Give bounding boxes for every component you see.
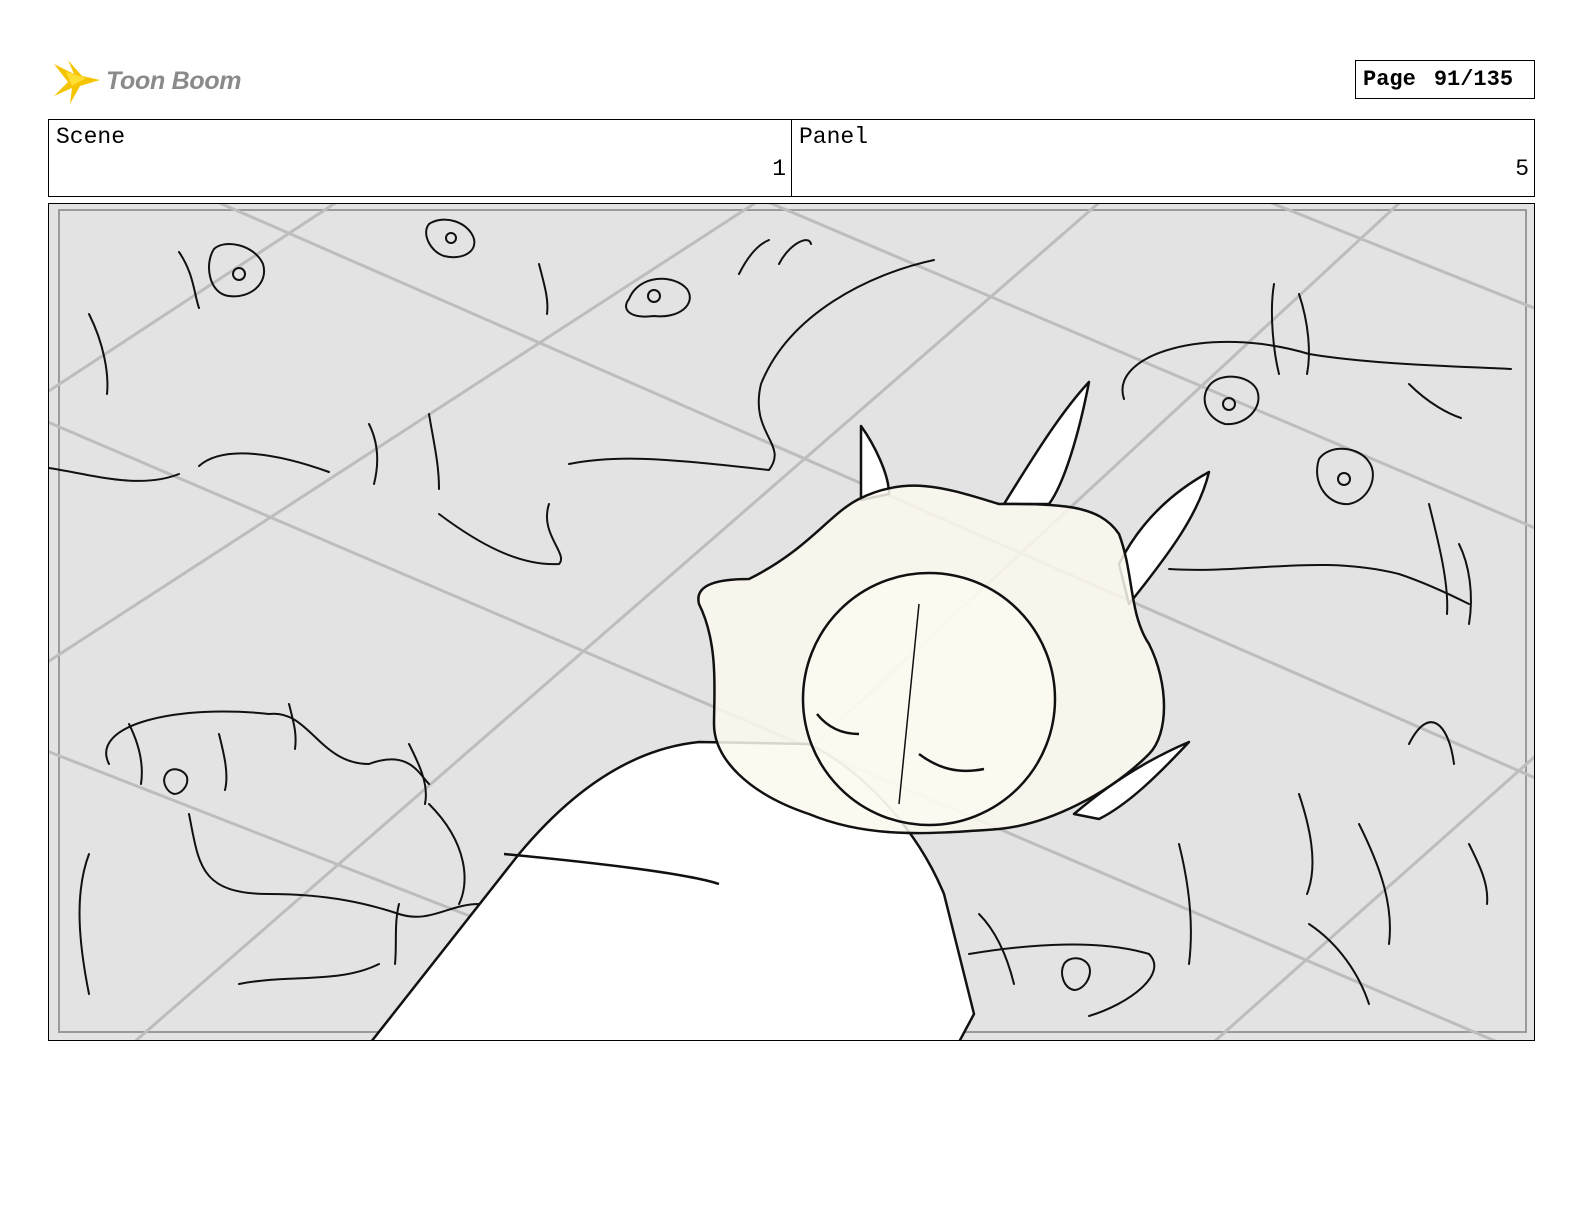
scene-panel-header: Scene 1 Panel 5 [48, 119, 1535, 197]
panel-number: 5 [1515, 156, 1529, 182]
page-indicator: Page 91/135 [1355, 60, 1535, 99]
storyboard-panel [48, 203, 1535, 1041]
scene-cell: Scene 1 [49, 120, 791, 196]
character-head [801, 571, 1057, 827]
scene-label: Scene [56, 124, 126, 150]
panel-cell: Panel 5 [791, 120, 1534, 196]
toon-boom-logo: Toon Boom [52, 56, 242, 106]
toon-boom-star-icon [54, 60, 100, 104]
logo-text: Toon Boom [106, 66, 242, 95]
page-label: Page [1363, 67, 1416, 92]
scene-number: 1 [772, 156, 786, 182]
panel-label: Panel [799, 124, 869, 150]
storyboard-drawing [49, 204, 1534, 1040]
page-number: 91/135 [1433, 67, 1514, 92]
